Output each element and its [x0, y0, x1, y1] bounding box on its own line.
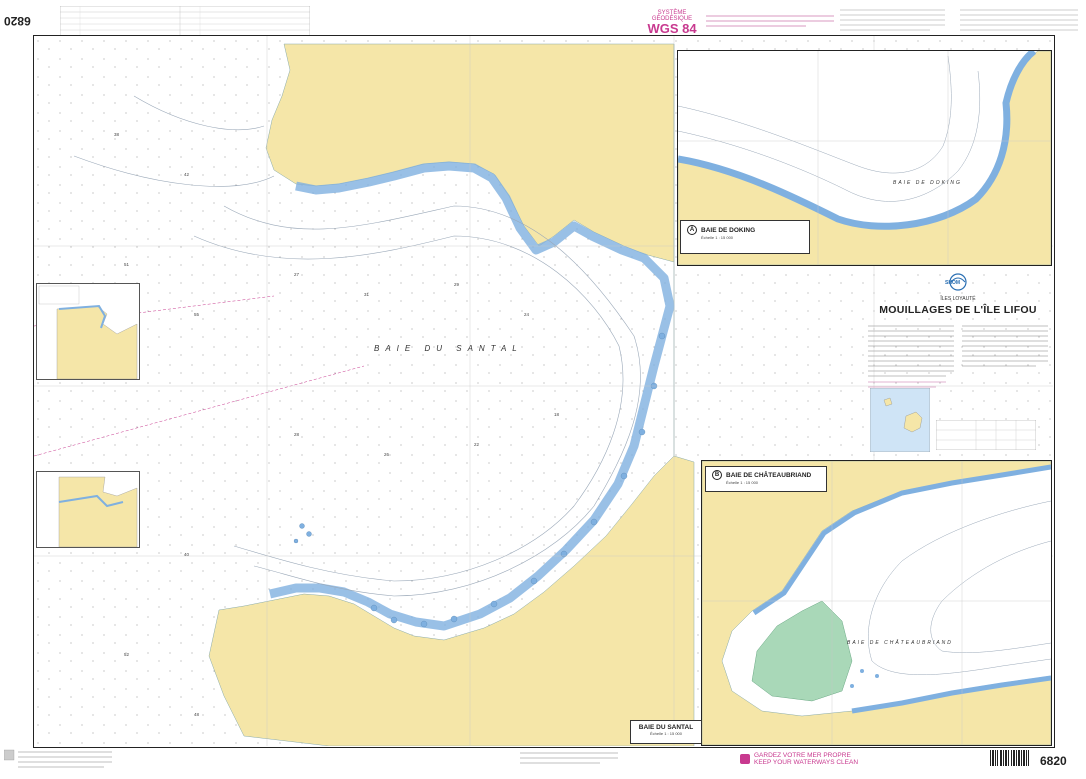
inset-a-cartouche: A BAIE DE DOKING Échelle 1 : 15 000 — [680, 220, 810, 254]
svg-text:55: 55 — [194, 312, 200, 317]
inset-a-title: BAIE DE DOKING — [701, 226, 756, 234]
svg-text:28: 28 — [294, 432, 300, 437]
inset-a-marker: A — [687, 225, 697, 235]
inset-b-frame: BAIE DE CHÂTEAUBRIAND — [701, 460, 1052, 746]
clean-waterways-badge: GARDEZ VOTRE MER PROPRE KEEP YOUR WATERW… — [740, 752, 858, 766]
svg-text:51: 51 — [124, 262, 130, 267]
notes-top-right — [840, 9, 1078, 31]
geodesy-note-text — [706, 15, 834, 27]
svg-text:48: 48 — [194, 712, 200, 717]
bay-label-santal: BAIE DU SANTAL — [374, 344, 523, 353]
svg-text:SHOM: SHOM — [945, 280, 960, 286]
svg-text:40: 40 — [184, 552, 190, 557]
inset-b-bay-label: BAIE DE CHÂTEAUBRIAND — [847, 639, 953, 646]
notices-table — [60, 6, 310, 36]
inset-b-map[interactable]: BAIE DE CHÂTEAUBRIAND — [702, 461, 1051, 745]
geodesy-datum: WGS 84 — [647, 21, 697, 36]
barcode — [990, 750, 1029, 766]
tide-table — [936, 420, 1036, 450]
svg-text:52: 52 — [124, 652, 130, 657]
main-cartouche-title: BAIE DU SANTAL — [638, 724, 694, 731]
main-cartouche: BAIE DU SANTAL Échelle 1 : 15 000 — [630, 720, 702, 744]
svg-text:18: 18 — [554, 412, 560, 417]
chart-title: MOUILLAGES DE L'ÎLE LIFOU — [879, 304, 1037, 316]
inset-b-title: BAIE DE CHÂTEAUBRIAND — [726, 471, 812, 479]
inset-b-cartouche: B BAIE DE CHÂTEAUBRIAND Échelle 1 : 15 0… — [705, 466, 827, 492]
svg-text:42: 42 — [184, 172, 190, 177]
svg-text:31: 31 — [364, 292, 370, 297]
chart-number-rotated: 6820 — [4, 14, 31, 28]
geodesy-block: SYSTÈME GÉODÉSIQUE WGS 84 — [638, 10, 706, 36]
svg-text:26: 26 — [384, 452, 390, 457]
svg-text:27: 27 — [294, 272, 300, 277]
svg-text:29: 29 — [454, 282, 460, 287]
chart-number-footer: 6820 — [1040, 754, 1067, 768]
recycle-icon — [740, 754, 750, 764]
inset-a-scale: Échelle 1 : 15 000 — [701, 235, 734, 240]
lifou-locator-map — [870, 388, 930, 452]
title-region: ÎLES LOYAUTÉ — [940, 296, 976, 302]
svg-text:22: 22 — [474, 442, 480, 447]
slogan-line2: KEEP YOUR WATERWAYS CLEAN — [754, 759, 859, 766]
svg-text:24: 24 — [524, 312, 530, 317]
footer-left-text — [4, 749, 112, 768]
locator-box-1 — [36, 283, 140, 380]
inset-a-bay-label: BAIE DE DOKING — [893, 180, 962, 186]
inset-b-marker: B — [712, 470, 722, 480]
shom-logo: SHOM — [941, 272, 975, 292]
inset-b-scale: Échelle 1 : 15 000 — [726, 480, 759, 485]
locator-box-2 — [36, 471, 140, 548]
slogan-line1: GARDEZ VOTRE MER PROPRE — [754, 752, 851, 759]
title-block: SHOM ÎLES LOYAUTÉ MOUILLAGES DE L'ÎLE LI… — [866, 268, 1050, 458]
svg-text:38: 38 — [114, 132, 120, 137]
main-cartouche-scale: Échelle 1 : 15 000 — [649, 731, 683, 736]
shom-logo-icon: SHOM — [945, 273, 967, 291]
footer-center-text — [520, 752, 618, 764]
